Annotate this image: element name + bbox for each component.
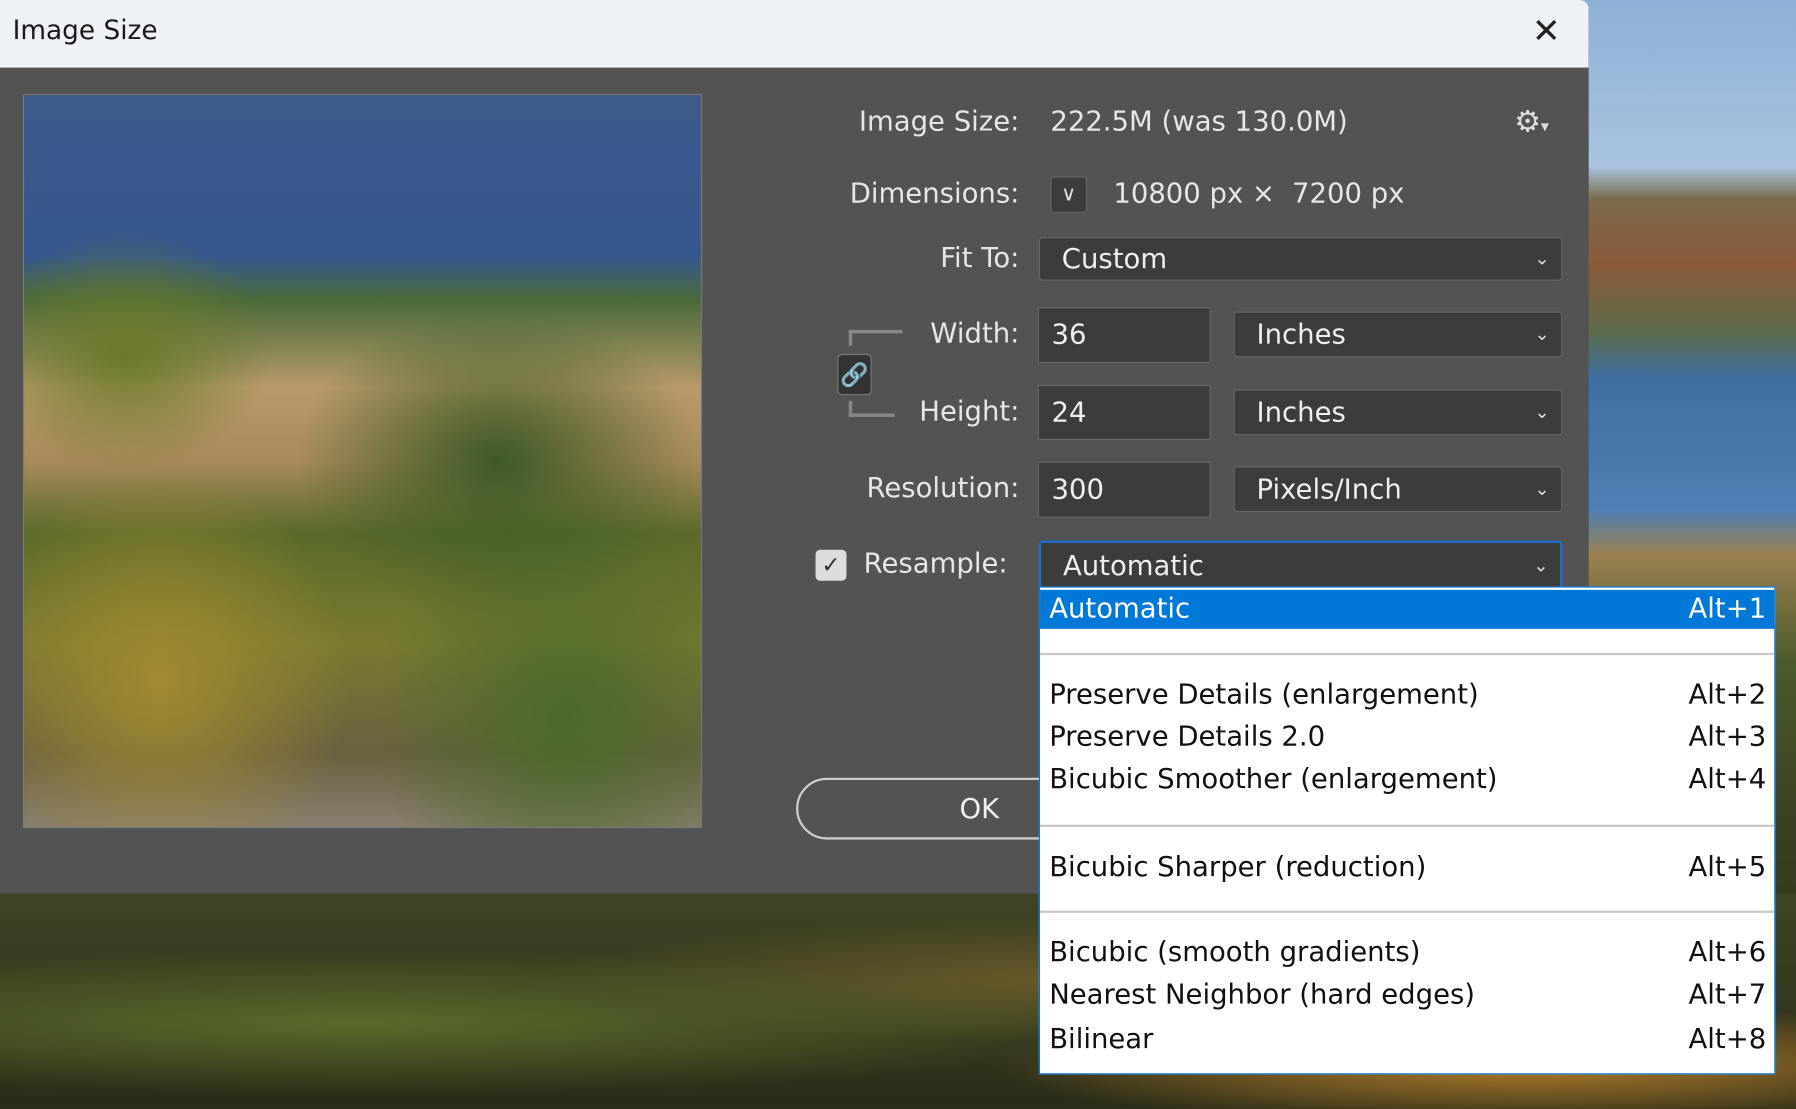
dimensions-width: 10800 px [1113, 177, 1244, 210]
resample-value: Automatic [1062, 549, 1204, 582]
menu-separator [1040, 824, 1775, 827]
dialog-title: Image Size [12, 16, 158, 46]
resample-label: Resample: [863, 547, 1008, 580]
menu-item-shortcut: Alt+6 [1688, 935, 1767, 968]
menu-item-nearest-neighbor[interactable]: Nearest Neighbor (hard edges) Alt+7 [1040, 976, 1774, 1015]
menu-item-preserve-details[interactable]: Preserve Details (enlargement) Alt+2 [1040, 676, 1774, 715]
resample-dropdown-menu: Automatic Alt+1 Preserve Details (enlarg… [1038, 586, 1776, 1075]
chevron-down-icon: ⌄ [1533, 554, 1549, 577]
chevron-down-icon: ⌄ [1534, 323, 1550, 345]
checkmark-icon: ✓ [821, 550, 841, 579]
menu-item-shortcut: Alt+1 [1688, 592, 1767, 625]
height-unit-select[interactable]: Inches ⌄ [1233, 389, 1563, 436]
resolution-unit-select[interactable]: Pixels/Inch ⌄ [1233, 466, 1563, 512]
dimensions-times: × [1251, 177, 1275, 210]
dimensions-label: Dimensions: [849, 177, 1020, 210]
ok-label: OK [959, 792, 1000, 825]
menu-item-bicubic-smoother[interactable]: Bicubic Smoother (enlargement) Alt+4 [1040, 761, 1774, 800]
width-input[interactable]: 36 [1037, 306, 1211, 364]
menu-item-bicubic-sharper[interactable]: Bicubic Sharper (reduction) Alt+5 [1040, 849, 1774, 888]
chevron-down-icon: ⌄ [1534, 400, 1550, 423]
fit-to-select[interactable]: Custom ⌄ [1038, 237, 1563, 281]
menu-item-shortcut: Alt+7 [1688, 978, 1767, 1011]
height-unit-value: Inches [1256, 396, 1346, 429]
width-label: Width: [930, 317, 1020, 350]
menu-item-label: Bicubic Sharper (reduction) [1049, 851, 1427, 884]
menu-item-label: Preserve Details (enlargement) [1049, 678, 1479, 711]
menu-item-shortcut: Alt+5 [1688, 851, 1767, 884]
chevron-down-icon: ⌄ [1534, 247, 1550, 270]
menu-separator [1040, 910, 1775, 913]
menu-item-label: Bicubic Smoother (enlargement) [1049, 762, 1498, 795]
resample-checkbox[interactable]: ✓ [815, 549, 847, 581]
menu-item-shortcut: Alt+4 [1688, 762, 1767, 795]
close-icon[interactable]: ✕ [1523, 11, 1569, 55]
title-bar: Image Size ✕ [0, 0, 1589, 68]
resolution-unit-value: Pixels/Inch [1256, 473, 1402, 506]
fit-to-value: Custom [1061, 242, 1168, 275]
dimensions-unit-dropdown[interactable]: ∨ [1050, 176, 1087, 214]
menu-item-automatic[interactable]: Automatic Alt+1 [1040, 589, 1775, 629]
width-unit-select[interactable]: Inches ⌄ [1233, 311, 1563, 358]
menu-item-shortcut: Alt+8 [1688, 1022, 1767, 1055]
resolution-label: Resolution: [866, 471, 1020, 504]
menu-item-label: Preserve Details 2.0 [1049, 720, 1326, 753]
menu-item-bilinear[interactable]: Bilinear Alt+8 [1040, 1021, 1774, 1060]
chevron-down-icon: ⌄ [1534, 477, 1550, 500]
menu-item-bicubic[interactable]: Bicubic (smooth gradients) Alt+6 [1040, 934, 1774, 973]
menu-item-label: Bilinear [1049, 1022, 1154, 1055]
menu-item-shortcut: Alt+2 [1688, 678, 1767, 711]
image-size-value: 222.5M (was 130.0M) [1050, 105, 1348, 138]
chevron-down-icon: ∨ [1061, 182, 1077, 207]
menu-item-label: Automatic [1049, 592, 1191, 625]
resolution-input[interactable]: 300 [1037, 461, 1211, 518]
constrain-proportions-link-icon[interactable]: 🔗 [837, 353, 872, 396]
menu-item-label: Nearest Neighbor (hard edges) [1049, 978, 1476, 1011]
height-label: Height: [919, 395, 1020, 428]
image-preview[interactable] [22, 93, 703, 829]
height-input[interactable]: 24 [1037, 384, 1211, 440]
dimensions-height: 7200 px [1292, 177, 1405, 210]
width-unit-value: Inches [1256, 318, 1346, 351]
menu-item-preserve-details-2[interactable]: Preserve Details 2.0 Alt+3 [1040, 718, 1774, 757]
menu-item-shortcut: Alt+3 [1688, 720, 1767, 753]
menu-item-label: Bicubic (smooth gradients) [1049, 935, 1421, 968]
gear-icon[interactable]: ⚙▾ [1514, 105, 1549, 139]
image-size-label: Image Size: [858, 105, 1020, 138]
fit-to-label: Fit To: [940, 241, 1020, 274]
menu-separator [1040, 652, 1775, 656]
resample-select[interactable]: Automatic ⌄ [1038, 540, 1563, 589]
